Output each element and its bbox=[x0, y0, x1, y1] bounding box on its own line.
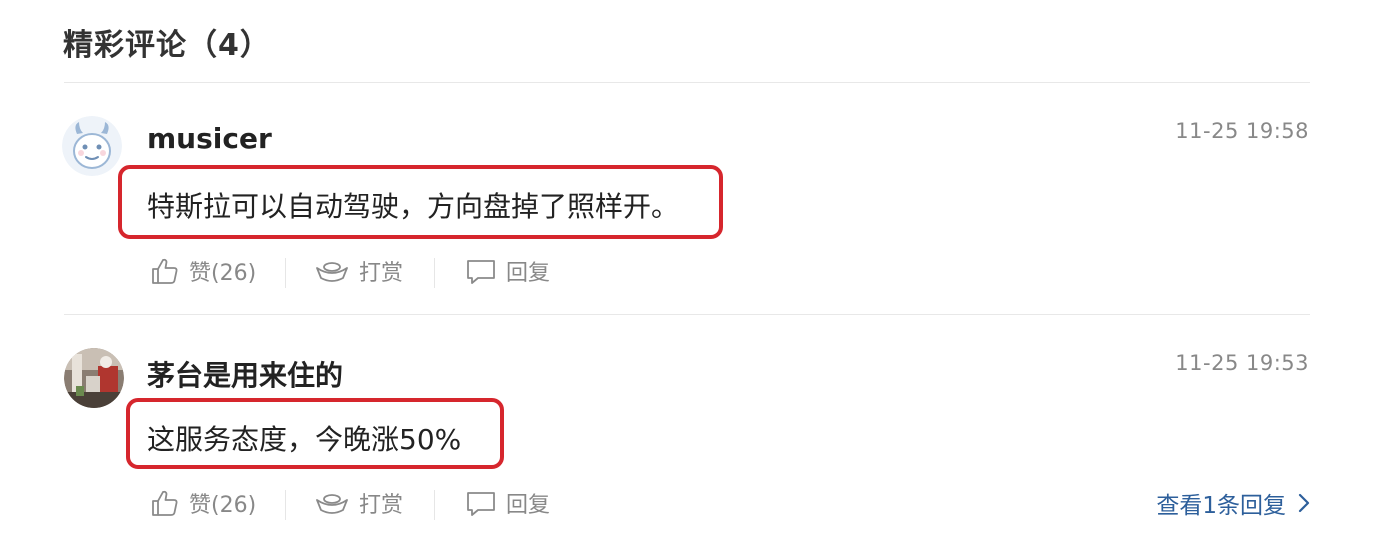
like-count-label: 赞(26) bbox=[189, 261, 257, 286]
reply-button[interactable]: 回复 bbox=[465, 487, 550, 519]
view-replies-link[interactable]: 查看1条回复 bbox=[1156, 486, 1310, 520]
gold-ingot-icon bbox=[314, 256, 350, 286]
timestamp: 11-25 19:58 bbox=[1175, 119, 1309, 143]
photo-avatar-icon bbox=[64, 348, 124, 408]
header-divider bbox=[64, 82, 1310, 83]
comment-text: 特斯拉可以自动驾驶，方向盘掉了照样开。 bbox=[147, 190, 680, 223]
username[interactable]: 茅台是用来住的 bbox=[147, 354, 343, 394]
reward-label: 打赏 bbox=[359, 261, 404, 286]
reply-button[interactable]: 回复 bbox=[465, 255, 550, 287]
reply-label: 回复 bbox=[506, 261, 551, 286]
like-button[interactable]: 赞(26) bbox=[150, 487, 256, 519]
reward-button[interactable]: 打赏 bbox=[314, 487, 403, 519]
avatar[interactable] bbox=[64, 348, 124, 408]
username[interactable]: musicer bbox=[147, 122, 272, 155]
action-separator bbox=[434, 258, 435, 288]
action-separator bbox=[285, 258, 286, 288]
comment-bubble-icon bbox=[465, 256, 497, 286]
gold-ingot-icon bbox=[314, 488, 350, 518]
thumbs-up-icon bbox=[150, 256, 180, 286]
comment-bubble-icon bbox=[465, 488, 497, 518]
reply-label: 回复 bbox=[506, 493, 551, 518]
avatar[interactable] bbox=[62, 116, 122, 176]
comment-divider bbox=[64, 314, 1310, 315]
reward-button[interactable]: 打赏 bbox=[314, 255, 403, 287]
timestamp: 11-25 19:53 bbox=[1175, 351, 1309, 375]
action-separator bbox=[285, 490, 286, 520]
view-replies-label: 查看1条回复 bbox=[1156, 493, 1286, 519]
like-button[interactable]: 赞(26) bbox=[150, 255, 256, 287]
thumbs-up-icon bbox=[150, 488, 180, 518]
chevron-right-icon bbox=[1298, 493, 1310, 513]
reward-label: 打赏 bbox=[359, 493, 404, 518]
action-separator bbox=[434, 490, 435, 520]
like-count-label: 赞(26) bbox=[189, 493, 257, 518]
section-title: 精彩评论（4） bbox=[63, 28, 271, 63]
cartoon-cow-avatar-icon bbox=[62, 116, 122, 176]
comment-text: 这服务态度，今晚涨50% bbox=[147, 423, 462, 456]
